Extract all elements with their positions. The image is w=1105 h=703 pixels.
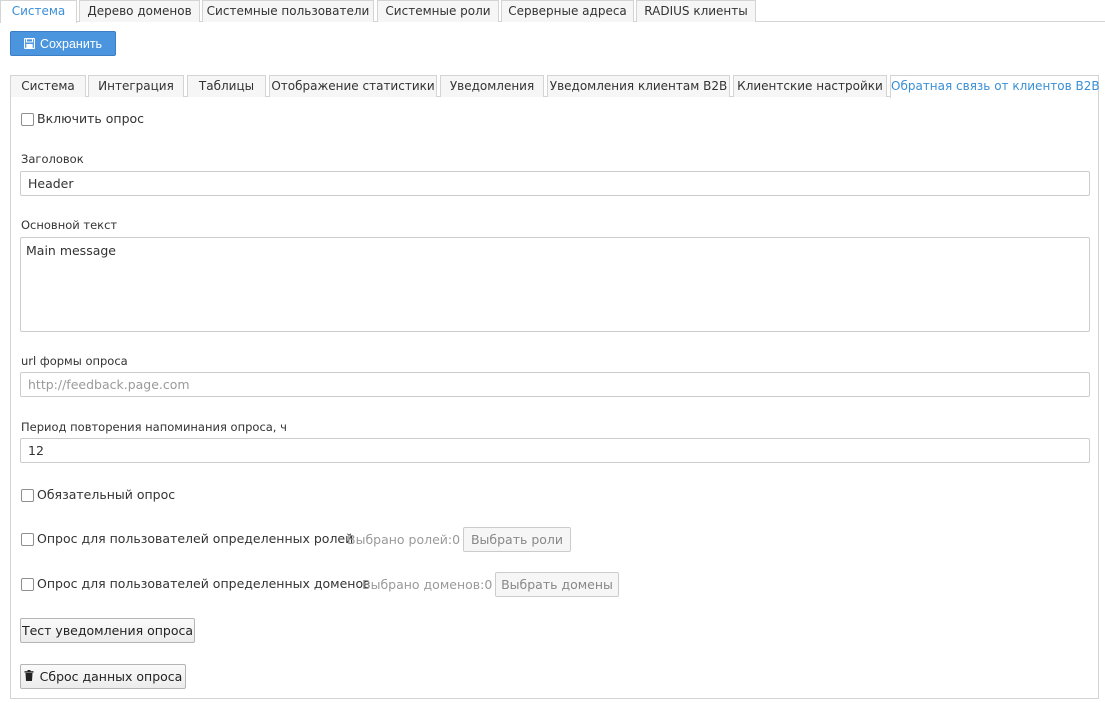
inner-tab-b2b-notifications[interactable]: Уведомления клиентам B2B: [547, 75, 730, 97]
inner-tab-b2b-feedback[interactable]: Обратная связь от клиентов B2B: [890, 75, 1100, 98]
select-domains-button[interactable]: Выбрать домены: [495, 572, 619, 597]
tab-system-users[interactable]: Системные пользователи: [202, 0, 374, 22]
domains-survey-checkbox[interactable]: [21, 578, 34, 591]
test-notification-button[interactable]: Тест уведомления опроса: [20, 618, 195, 643]
main-text-label: Основной текст: [21, 218, 118, 232]
inner-tab-bar: Система Интеграция Таблицы Отображение с…: [10, 75, 1100, 98]
mandatory-survey-label: Обязательный опрос: [37, 487, 176, 502]
inner-tab-system[interactable]: Система: [10, 75, 86, 97]
inner-tab-statistics-display[interactable]: Отображение статистики: [269, 75, 437, 97]
inner-tab-notifications[interactable]: Уведомления: [440, 75, 544, 97]
tab-system-roles[interactable]: Системные роли: [377, 0, 499, 22]
header-label: Заголовок: [21, 152, 84, 166]
tab-system[interactable]: Система: [0, 0, 77, 23]
select-roles-button[interactable]: Выбрать роли: [463, 527, 571, 552]
enable-survey-checkbox[interactable]: [21, 113, 34, 126]
reset-survey-data-button[interactable]: Сброс данных опроса: [20, 664, 186, 689]
roles-survey-label: Опрос для пользователей определенных рол…: [37, 531, 354, 546]
survey-url-label: url формы опроса: [21, 354, 128, 368]
mandatory-survey-checkbox[interactable]: [21, 489, 34, 502]
reminder-period-label: Период повторения напоминания опроса, ч: [21, 420, 287, 434]
tab-server-addresses[interactable]: Серверные адреса: [501, 0, 634, 22]
survey-url-input[interactable]: [20, 372, 1090, 397]
domains-survey-label: Опрос для пользователей определенных дом…: [37, 576, 371, 591]
save-button-label: Сохранить: [39, 36, 103, 51]
inner-tab-integration[interactable]: Интеграция: [88, 75, 184, 97]
enable-survey-label: Включить опрос: [37, 111, 145, 126]
reset-survey-data-label: Сброс данных опроса: [39, 669, 183, 684]
inner-tab-tables[interactable]: Таблицы: [187, 75, 266, 97]
floppy-disk-icon: [23, 38, 35, 49]
tab-domain-tree[interactable]: Дерево доменов: [79, 0, 200, 22]
trash-icon: [24, 669, 34, 684]
domains-selected-count: Выбрано доменов:0: [362, 577, 493, 592]
save-button[interactable]: Сохранить: [10, 31, 116, 56]
tab-radius-clients[interactable]: RADIUS клиенты: [636, 0, 756, 22]
main-text-textarea[interactable]: Main message: [20, 237, 1090, 332]
reminder-period-input[interactable]: [20, 438, 1090, 463]
inner-tab-client-settings[interactable]: Клиентские настройки: [733, 75, 887, 97]
roles-selected-count: Выбрано ролей:0: [347, 532, 461, 547]
header-input[interactable]: [20, 171, 1090, 196]
roles-survey-checkbox[interactable]: [21, 533, 34, 546]
top-tab-bar: Система Дерево доменов Системные пользов…: [0, 0, 1105, 23]
